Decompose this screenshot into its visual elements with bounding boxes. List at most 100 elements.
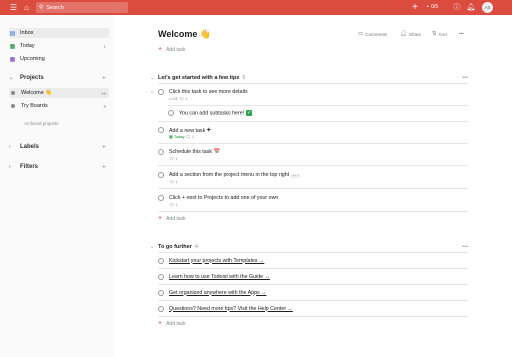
add-task-icon[interactable]: + xyxy=(410,2,420,13)
task-title-link[interactable]: Learn how to use Todoist with the Guide … xyxy=(169,274,270,280)
due-date: Today xyxy=(173,134,185,139)
filters-section-header[interactable]: › Filters + xyxy=(9,162,109,172)
add-project-icon[interactable]: + xyxy=(102,75,106,82)
sidebar-item-today[interactable]: ▦ Today 1 xyxy=(9,41,109,51)
sort-button[interactable]: ⇅ Sort xyxy=(432,31,447,37)
sidebar-item-inbox[interactable]: ▤ Inbox xyxy=(9,28,109,38)
divider xyxy=(158,188,468,189)
labels-label: Labels xyxy=(20,144,40,150)
labels-section-header[interactable]: › Labels + xyxy=(9,142,109,152)
help-icon[interactable]: ⓘ xyxy=(452,2,462,13)
comment-count: 🗨 1 xyxy=(185,134,195,139)
task-checkbox[interactable] xyxy=(158,290,164,296)
project-label: Try Boards xyxy=(21,103,48,109)
sidebar-item-label: Today xyxy=(20,43,35,49)
comment-icon: ▭ xyxy=(358,31,364,37)
add-task-label: Add task xyxy=(166,46,186,53)
project-color-dot-icon xyxy=(11,104,15,108)
search-bar[interactable]: ⚲ Search xyxy=(36,2,128,13)
task-title-link[interactable]: Kickstart your projects with Templates → xyxy=(169,258,264,264)
projects-section-header[interactable]: ⌄ Projects + xyxy=(9,73,109,83)
task-checkbox[interactable] xyxy=(158,172,164,178)
search-input[interactable]: Search xyxy=(46,5,63,11)
project-color-dot-icon xyxy=(11,91,15,95)
divider xyxy=(158,300,468,301)
sidebar-project-welcome[interactable]: Welcome 👋 16 xyxy=(9,88,109,98)
page-title: Welcome 👋 xyxy=(158,29,212,39)
productivity-icon[interactable]: ◔ 0/5 xyxy=(425,2,438,13)
task-title-link[interactable]: Get organized anywhere with the Apps → xyxy=(169,290,266,296)
divider xyxy=(158,165,468,166)
add-task-button[interactable]: + Add task xyxy=(158,320,186,327)
task-meta: 🗨 1 xyxy=(169,156,178,161)
chevron-down-icon[interactable]: ⌄ xyxy=(150,244,154,250)
divider xyxy=(158,268,468,269)
task-title-text: Add a section from the project menu in t… xyxy=(169,171,290,178)
projects-label: Projects xyxy=(20,75,44,81)
checkmark-icon: ✓ xyxy=(246,109,253,116)
section-count: 4 xyxy=(194,243,198,250)
task-checkbox[interactable] xyxy=(158,274,164,280)
project-count: 9 xyxy=(103,103,106,109)
calendar-upcoming-icon: ▦ xyxy=(9,56,16,63)
task-checkbox[interactable] xyxy=(158,258,164,264)
section-more-icon[interactable]: ••• xyxy=(462,244,468,250)
section-header[interactable]: ⌄ Let's get started with a few tips 6 ••… xyxy=(150,73,468,82)
divider xyxy=(158,211,468,212)
task-checkbox[interactable] xyxy=(158,89,164,95)
add-task-button[interactable]: + Add task xyxy=(158,46,186,53)
project-count: 16 xyxy=(100,90,106,96)
sidebar-item-upcoming[interactable]: ▦ Upcoming xyxy=(9,54,109,64)
chevron-down-icon[interactable]: ⌄ xyxy=(150,75,154,81)
sort-label: Sort xyxy=(438,31,447,37)
archived-projects-link[interactable]: Archived projects xyxy=(24,118,109,128)
task-title: Add a new task + xyxy=(169,127,211,134)
comments-button[interactable]: ▭ Comments xyxy=(358,31,387,37)
task-checkbox[interactable] xyxy=(158,306,164,312)
inbox-icon: ▤ xyxy=(9,30,16,37)
share-label: Share xyxy=(408,31,421,37)
task-title-link[interactable]: Questions? Need more tips? Visit the Hel… xyxy=(169,306,293,312)
task-checkbox[interactable] xyxy=(158,127,164,133)
task-title-text: You can add subtasks here! xyxy=(179,109,245,116)
task-title: Add a section from the project menu in t… xyxy=(169,171,301,178)
chevron-down-icon[interactable]: ⌄ xyxy=(9,75,16,81)
section-more-icon[interactable]: ••• xyxy=(462,75,468,81)
add-label-icon[interactable]: + xyxy=(102,144,106,151)
inline-code: ... xyxy=(291,173,301,178)
section-header[interactable]: ⌄ To go further 4 ••• xyxy=(150,242,468,251)
sort-icon: ⇅ xyxy=(432,31,437,37)
task-checkbox[interactable] xyxy=(158,195,164,201)
plus-icon: + xyxy=(158,46,163,53)
archived-projects-label: Archived projects xyxy=(24,120,59,126)
home-icon[interactable]: ⌂ xyxy=(22,3,31,12)
chevron-right-icon[interactable]: › xyxy=(9,144,16,150)
top-bar: ☰ ⌂ ⚲ Search + ◔ 0/5 ⓘ 🔔︎ AB xyxy=(0,0,512,15)
chevron-down-icon[interactable]: ⌄ xyxy=(150,89,154,95)
add-task-button[interactable]: + Add task xyxy=(158,215,186,222)
plus-icon: + xyxy=(158,320,163,327)
sidebar: ▤ Inbox ▦ Today 1 ▦ Upcoming ⌄ Projects … xyxy=(0,15,114,357)
menu-icon[interactable]: ☰ xyxy=(9,3,18,12)
chevron-right-icon[interactable]: › xyxy=(9,164,16,170)
task-title-text: Add a new task xyxy=(169,127,206,134)
share-button[interactable]: 👤︎ Share xyxy=(400,31,421,37)
project-label: Welcome 👋 xyxy=(21,90,53,96)
task-checkbox[interactable] xyxy=(168,110,174,116)
divider xyxy=(168,105,468,106)
section-count: 6 xyxy=(242,74,246,81)
task-meta: 🗨 1 xyxy=(169,179,178,184)
divider xyxy=(158,143,468,144)
notifications-icon[interactable]: 🔔︎ xyxy=(466,2,476,13)
sidebar-project-try-boards[interactable]: Try Boards 9 xyxy=(9,101,109,111)
divider xyxy=(158,121,468,122)
calendar-today-icon: ▦ xyxy=(9,43,16,50)
avatar[interactable]: AB xyxy=(482,2,493,13)
add-filter-icon[interactable]: + xyxy=(102,164,106,171)
task-title: You can add subtasks here! ✓ xyxy=(179,109,253,116)
task-checkbox[interactable] xyxy=(158,149,164,155)
karma-count: 0/5 xyxy=(431,4,439,10)
section-title: Let's get started with a few tips xyxy=(158,74,240,81)
add-task-label: Add task xyxy=(166,215,186,222)
more-actions-button[interactable]: ••• xyxy=(459,31,464,36)
